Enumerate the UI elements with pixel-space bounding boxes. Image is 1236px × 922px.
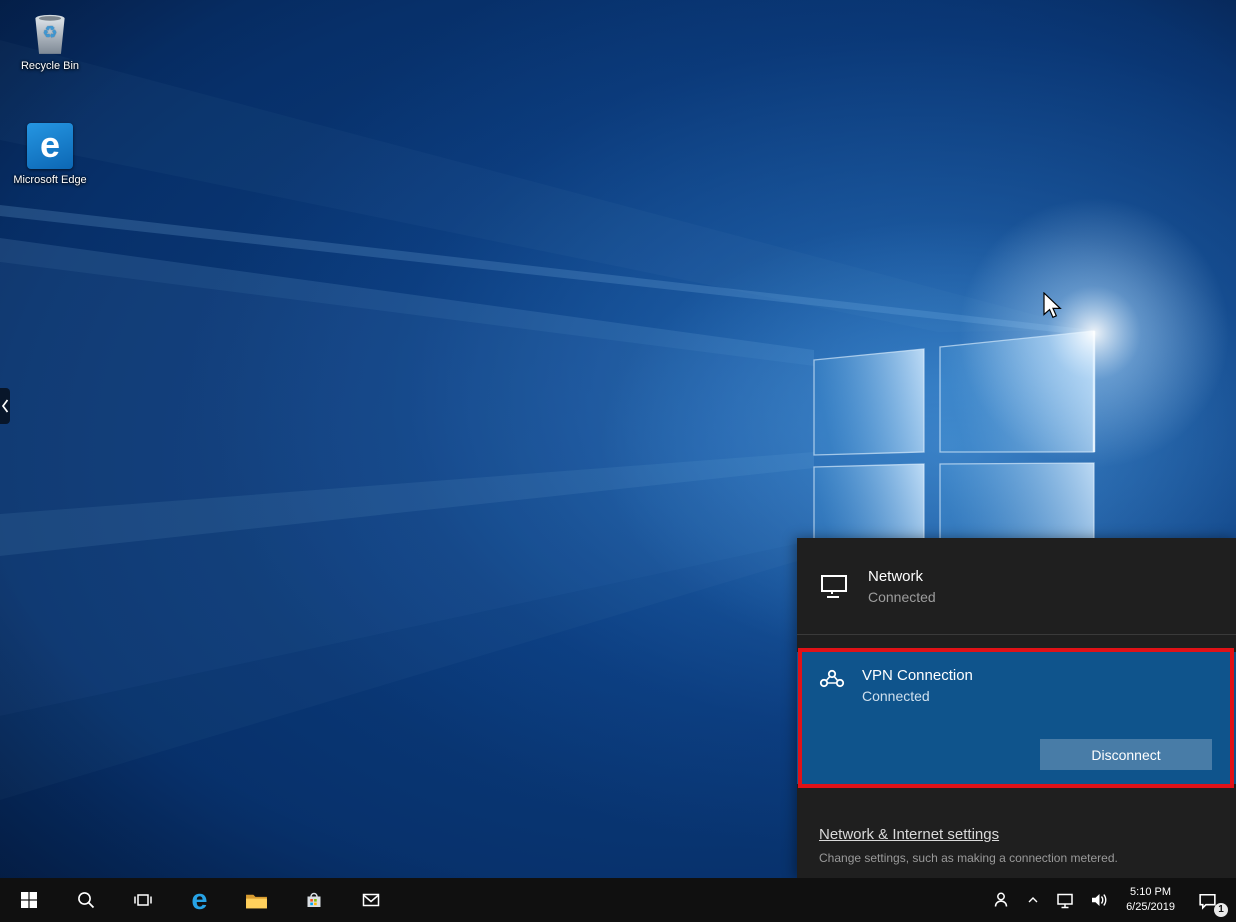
vpn-icon xyxy=(818,667,846,693)
vpn-item-row: VPN Connection Connected xyxy=(797,652,1236,704)
network-flyout: Network Connected VPN Connection Connect… xyxy=(797,538,1236,878)
volume-icon xyxy=(1089,890,1109,910)
mail-button[interactable] xyxy=(342,878,399,922)
network-ethernet-icon xyxy=(1055,890,1075,910)
network-item-text: Network Connected xyxy=(868,568,936,605)
disconnect-button[interactable]: Disconnect xyxy=(1040,739,1212,770)
edge-icon: e xyxy=(191,886,207,915)
settings-hint: Change settings, such as making a connec… xyxy=(819,851,1222,865)
desktop-icon-recycle-bin[interactable]: ♻ Recycle Bin xyxy=(6,8,94,73)
start-button[interactable] xyxy=(0,878,57,922)
file-explorer-icon xyxy=(245,891,268,910)
chevron-left-icon xyxy=(1,398,9,414)
network-status: Connected xyxy=(868,589,936,605)
desktop-icon-label: Recycle Bin xyxy=(21,59,79,73)
chevron-up-icon xyxy=(1025,892,1041,908)
system-tray: 5:10 PM 6/25/2019 1 xyxy=(984,878,1236,922)
task-view-icon xyxy=(133,890,153,910)
store-icon xyxy=(304,890,324,910)
clock-date: 6/25/2019 xyxy=(1126,900,1175,915)
network-title: Network xyxy=(868,568,936,585)
edge-logo-letter: e xyxy=(40,127,60,163)
windows-logo-icon xyxy=(19,890,39,910)
windows-desktop: ♻ Recycle Bin e Microsoft Edge Network C… xyxy=(0,0,1236,922)
edge-taskbar-button[interactable]: e xyxy=(171,878,228,922)
show-hidden-icons-button[interactable] xyxy=(1018,878,1048,922)
network-tray-button[interactable] xyxy=(1048,878,1082,922)
vpn-title: VPN Connection xyxy=(862,667,973,684)
recycle-arrows-glyph: ♻ xyxy=(42,23,57,43)
notification-badge: 1 xyxy=(1214,903,1228,917)
network-internet-settings-link[interactable]: Network & Internet settings xyxy=(819,826,999,843)
volume-button[interactable] xyxy=(1082,878,1116,922)
ethernet-icon xyxy=(819,571,851,601)
store-button[interactable] xyxy=(285,878,342,922)
taskbar: e xyxy=(0,878,1236,922)
vpn-item[interactable]: VPN Connection Connected Disconnect xyxy=(797,652,1236,784)
clock-time: 5:10 PM xyxy=(1130,885,1171,900)
file-explorer-button[interactable] xyxy=(228,878,285,922)
task-view-button[interactable] xyxy=(114,878,171,922)
edge-icon: e xyxy=(26,122,74,170)
people-button[interactable] xyxy=(984,878,1018,922)
people-icon xyxy=(991,890,1011,910)
vpn-status: Connected xyxy=(862,688,973,704)
desktop-icon-label: Microsoft Edge xyxy=(13,173,86,187)
vpn-item-text: VPN Connection Connected xyxy=(862,667,973,704)
left-edge-handle[interactable] xyxy=(0,388,10,424)
desktop-icon-microsoft-edge[interactable]: e Microsoft Edge xyxy=(6,122,94,187)
mail-icon xyxy=(361,890,381,910)
recycle-bin-icon: ♻ xyxy=(26,8,74,56)
search-button[interactable] xyxy=(57,878,114,922)
action-center-button[interactable]: 1 xyxy=(1185,878,1230,922)
clock[interactable]: 5:10 PM 6/25/2019 xyxy=(1116,878,1185,922)
taskbar-left: e xyxy=(0,878,399,922)
settings-block: Network & Internet settings Change setti… xyxy=(819,826,1222,865)
search-icon xyxy=(76,890,96,910)
network-item[interactable]: Network Connected xyxy=(797,538,1236,635)
